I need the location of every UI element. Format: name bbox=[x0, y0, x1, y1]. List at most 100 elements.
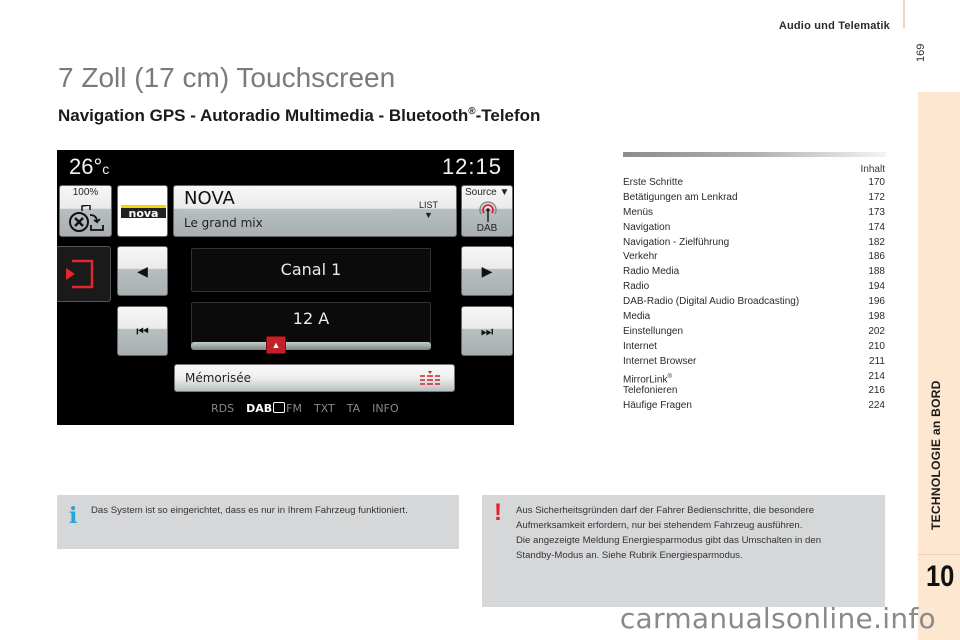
toc-item-page: 170 bbox=[868, 177, 885, 188]
temperature-value: 26° bbox=[69, 154, 103, 179]
warning-note-text: Aus Sicherheitsgründen darf der Fahrer B… bbox=[516, 503, 875, 563]
warning-line: Standby-Modus an. Siehe Rubrik Energiesp… bbox=[516, 550, 743, 561]
toc-item[interactable]: Erste Schritte 170 bbox=[623, 176, 885, 191]
toc-item[interactable]: Internet Browser 211 bbox=[623, 355, 885, 370]
toc-item-label: Erste Schritte bbox=[623, 177, 684, 188]
registered-mark: ® bbox=[667, 373, 672, 380]
nova-logo: nova bbox=[121, 205, 166, 220]
toc-item-page: 196 bbox=[868, 296, 885, 308]
skip-forward-button[interactable]: ⏭ bbox=[461, 306, 513, 356]
table-of-contents: Erste Schritte 170 Betätigungen am Lenkrad… bbox=[623, 176, 885, 414]
station-logo[interactable]: nova bbox=[117, 185, 168, 237]
toc-item[interactable]: Radio Media 188 bbox=[623, 265, 885, 280]
toc-item-page: 174 bbox=[868, 221, 885, 233]
toc-item[interactable]: Navigation - Zielführung 182 bbox=[623, 236, 885, 251]
warning-icon: ! bbox=[494, 499, 502, 526]
warning-line: Die angezeigte Meldung Energiesparmodus … bbox=[516, 535, 822, 546]
slider-handle[interactable]: ▲ bbox=[266, 336, 286, 354]
skip-back-icon: ⏮ bbox=[136, 323, 149, 339]
toc-item-page: 224 bbox=[868, 400, 885, 412]
header-rule bbox=[903, 0, 905, 28]
station-name: NOVA bbox=[184, 188, 235, 209]
toc-item[interactable]: Radio 194 bbox=[623, 280, 885, 295]
warning-note: ! Aus Sicherheitsgründen darf der Fahrer… bbox=[482, 495, 885, 607]
toc-item-label: Internet Browser bbox=[623, 355, 697, 367]
toc-item-label: Menüs bbox=[623, 206, 654, 218]
toc-item[interactable]: Telefonieren 216 bbox=[623, 384, 885, 399]
toc-item[interactable]: Betätigungen am Lenkrad 172 bbox=[623, 191, 885, 206]
source-value: DAB bbox=[476, 223, 498, 234]
toc-item[interactable]: Verkehr 186 bbox=[623, 250, 885, 265]
next-button[interactable]: ▶ bbox=[461, 246, 513, 296]
program-name: Le grand mix bbox=[184, 216, 263, 230]
toc-item-label: Media bbox=[623, 311, 651, 323]
toc-item-label: Einstellungen bbox=[623, 325, 684, 337]
frequency-slider[interactable] bbox=[191, 342, 431, 350]
warning-line: Aufmerksamkeit erfordern, nur bei stehen… bbox=[516, 520, 803, 531]
page-subtitle: Navigation GPS - Autoradio Multimedia - … bbox=[58, 106, 540, 126]
arrow-right-icon: ▶ bbox=[481, 263, 493, 279]
toc-item[interactable]: Einstellungen 202 bbox=[623, 325, 885, 340]
toc-item-label: Radio bbox=[623, 281, 650, 293]
toc-bar bbox=[623, 152, 886, 157]
running-head: Audio und Telematik bbox=[778, 20, 890, 32]
toc-item-page: 214 bbox=[868, 370, 885, 382]
mode-info[interactable]: INFO bbox=[372, 402, 398, 415]
info-icon: i bbox=[69, 503, 78, 529]
memorised-label: Mémorisée bbox=[185, 371, 252, 385]
temperature-readout: 26°c bbox=[69, 154, 109, 180]
subtitle-text-end: -Telefon bbox=[475, 106, 541, 125]
arrow-left-icon: ◀ bbox=[137, 263, 148, 279]
toc-item-page: 210 bbox=[868, 340, 885, 352]
toc-item-label: Häufige Fragen bbox=[623, 400, 692, 412]
chapter-divider bbox=[918, 554, 960, 555]
toc-item-page: 173 bbox=[868, 206, 885, 218]
toc-item-page: 182 bbox=[868, 236, 885, 248]
toc-item[interactable]: DAB-Radio (Digital Audio Broadcasting) 19… bbox=[623, 295, 885, 310]
info-note: i Das System ist so eingerichtet, dass e… bbox=[57, 495, 459, 549]
chapter-tab bbox=[918, 92, 960, 640]
exit-icon bbox=[66, 259, 94, 289]
toc-item-label: Telefonieren bbox=[623, 385, 678, 397]
toc-item-page: 216 bbox=[868, 385, 885, 397]
touchscreen-image: 26°c 12:15 100% nova NOVA Le grand mix L… bbox=[57, 150, 514, 425]
page-number-text: 169 bbox=[915, 43, 927, 62]
station-info[interactable]: NOVA Le grand mix LIST ▼ bbox=[173, 185, 457, 237]
toc-item-page: 198 bbox=[868, 311, 885, 323]
toc-item[interactable]: Media 198 bbox=[623, 310, 885, 325]
toc-item[interactable]: MirrorLink® 214 bbox=[623, 370, 885, 385]
mode-ta[interactable]: TA bbox=[347, 402, 360, 415]
volume-button[interactable]: 100% bbox=[59, 185, 112, 237]
mode-rds[interactable]: RDS bbox=[211, 402, 234, 415]
presets-icon bbox=[420, 371, 440, 385]
toc-item[interactable]: Häufige Fragen 224 bbox=[623, 399, 885, 414]
mode-dab-fm[interactable]: DAB FM bbox=[246, 402, 302, 415]
station-divider bbox=[182, 210, 396, 211]
memorised-button[interactable]: Mémorisée bbox=[174, 364, 455, 392]
toc-item-label: Betätigungen am Lenkrad bbox=[623, 191, 738, 203]
toc-item[interactable]: Internet 210 bbox=[623, 340, 885, 355]
volume-label: 100% bbox=[72, 187, 99, 198]
list-button[interactable]: LIST ▼ bbox=[419, 200, 438, 220]
toc-item-page: 211 bbox=[869, 355, 885, 367]
toc-item-page: 186 bbox=[868, 251, 885, 263]
channel-display: Canal 1 bbox=[191, 248, 431, 292]
skip-back-button[interactable]: ⏮ bbox=[117, 306, 168, 356]
subtitle-text: Navigation GPS - Autoradio Multimedia - … bbox=[58, 106, 469, 125]
source-button[interactable]: Source ▼ DAB bbox=[461, 185, 513, 237]
toc-item-page: 172 bbox=[868, 191, 885, 203]
toc-item-label: Navigation bbox=[623, 221, 671, 233]
toc-item[interactable]: Menüs 173 bbox=[623, 206, 885, 221]
switch-icon bbox=[273, 402, 286, 413]
chapter-title: TECHNOLOGIE an BORD bbox=[929, 380, 943, 530]
mode-bar: RDS DAB FM TXT TA INFO bbox=[211, 402, 399, 415]
page-title: 7 Zoll (17 cm) Touchscreen bbox=[58, 62, 396, 93]
exit-button[interactable] bbox=[57, 246, 111, 302]
previous-button[interactable]: ◀ bbox=[117, 246, 168, 296]
toc-item[interactable]: Navigation 174 bbox=[623, 221, 885, 236]
list-label: LIST bbox=[418, 200, 438, 210]
toc-item-label: Internet bbox=[623, 340, 657, 352]
toc-item-label: MirrorLink bbox=[623, 373, 668, 385]
mode-txt[interactable]: TXT bbox=[314, 402, 335, 415]
source-label: Source ▼ bbox=[465, 187, 510, 198]
